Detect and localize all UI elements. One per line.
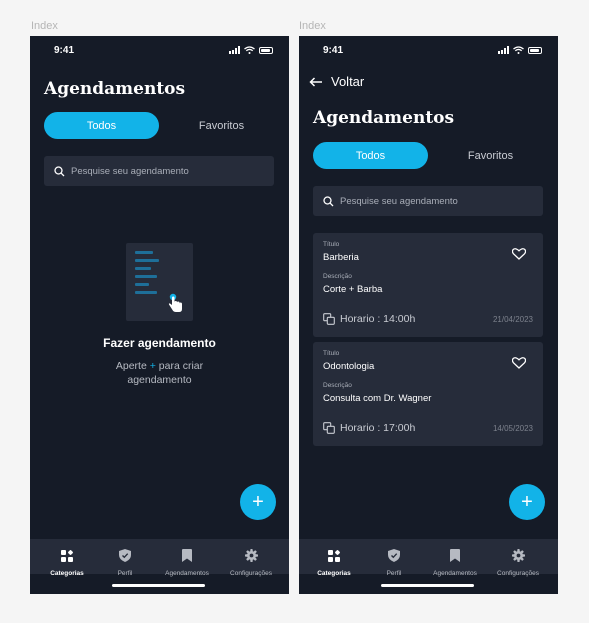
add-button[interactable]: + — [509, 484, 545, 520]
nav-item-agendamentos[interactable]: Agendamentos — [425, 549, 485, 577]
card-title-label: Título — [323, 350, 340, 357]
battery-icon — [528, 46, 542, 54]
card-description: Corte + Barba — [323, 284, 383, 295]
phone-screen-empty: 9:41 Agendamentos Todos Favoritos Fazer … — [30, 36, 289, 594]
status-time: 9:41 — [323, 45, 344, 56]
gear-icon — [511, 549, 525, 562]
frame-label: Index — [31, 20, 58, 32]
copy-icon — [323, 313, 335, 325]
search-icon — [323, 195, 334, 206]
document-illustration — [126, 243, 193, 321]
nav-item-perfil[interactable]: Perfil — [95, 549, 155, 577]
battery-icon — [259, 46, 273, 54]
page-title: Agendamentos — [313, 108, 455, 128]
search-input[interactable] — [340, 195, 530, 207]
heart-icon[interactable] — [512, 357, 526, 369]
search-bar[interactable] — [44, 156, 274, 186]
add-button[interactable]: + — [240, 484, 276, 520]
tab-favoritos[interactable]: Favoritos — [438, 142, 543, 169]
nav-item-categorias[interactable]: Categorias — [37, 549, 97, 577]
search-input[interactable] — [71, 165, 261, 177]
tab-favoritos[interactable]: Favoritos — [169, 112, 274, 139]
empty-state-title: Fazer agendamento — [103, 336, 216, 350]
bookmark-icon — [182, 549, 192, 562]
card-date: 21/04/2023 — [492, 315, 533, 324]
search-bar[interactable] — [313, 186, 543, 216]
grid-icon — [328, 550, 340, 562]
card-description-label: Descrição — [323, 382, 352, 389]
nav-item-configuracoes[interactable]: Configurações — [221, 549, 281, 577]
arrow-left-icon — [309, 76, 322, 87]
back-label: Voltar — [331, 74, 365, 89]
gear-icon — [244, 549, 258, 562]
shield-check-icon — [388, 549, 400, 562]
status-time: 9:41 — [54, 45, 75, 56]
bookmark-icon — [450, 549, 460, 562]
bottom-nav: Categorias Perfil Agendamentos Configura… — [299, 539, 558, 577]
tab-todos[interactable]: Todos — [313, 142, 428, 169]
card-title: Barberia — [323, 252, 359, 263]
copy-icon — [323, 422, 335, 434]
card-title: Odontologia — [323, 361, 375, 372]
card-horario: Horario : 17:00h — [323, 422, 415, 434]
empty-state-description: Aperte + para criar agendamento — [115, 360, 204, 386]
tab-bar: Todos Favoritos — [313, 142, 543, 169]
grid-icon — [61, 550, 73, 562]
shield-check-icon — [119, 549, 131, 562]
wifi-icon — [513, 46, 524, 54]
status-bar: 9:41 — [299, 45, 558, 57]
appointment-card[interactable]: Título Barberia Descrição Corte + Barba … — [313, 233, 543, 337]
status-bar: 9:41 — [30, 45, 289, 57]
wifi-icon — [244, 46, 255, 54]
card-date: 14/05/2023 — [492, 424, 533, 433]
card-horario: Horario : 14:00h — [323, 313, 415, 325]
phone-screen-list: 9:41 Voltar Agendamentos Todos Favoritos… — [299, 36, 558, 594]
appointment-card[interactable]: Título Odontologia Descrição Consulta co… — [313, 342, 543, 446]
heart-icon[interactable] — [512, 248, 526, 260]
signal-icon — [229, 46, 240, 54]
home-indicator — [112, 584, 205, 587]
card-description-label: Descrição — [323, 273, 352, 280]
bottom-nav: Categorias Perfil Agendamentos Configura… — [30, 539, 289, 577]
card-description: Consulta com Dr. Wagner — [323, 393, 432, 404]
card-title-label: Título — [323, 241, 340, 248]
page-title: Agendamentos — [44, 79, 186, 99]
nav-item-categorias[interactable]: Categorias — [304, 549, 364, 577]
signal-icon — [498, 46, 509, 54]
tab-bar: Todos Favoritos — [44, 112, 274, 139]
tap-hand-icon — [168, 293, 182, 312]
home-indicator — [381, 584, 474, 587]
frame-label: Index — [299, 20, 326, 32]
nav-item-configuracoes[interactable]: Configurações — [488, 549, 548, 577]
tab-todos[interactable]: Todos — [44, 112, 159, 139]
back-button[interactable]: Voltar — [309, 74, 364, 89]
nav-item-perfil[interactable]: Perfil — [364, 549, 424, 577]
nav-item-agendamentos[interactable]: Agendamentos — [157, 549, 217, 577]
search-icon — [54, 165, 65, 176]
